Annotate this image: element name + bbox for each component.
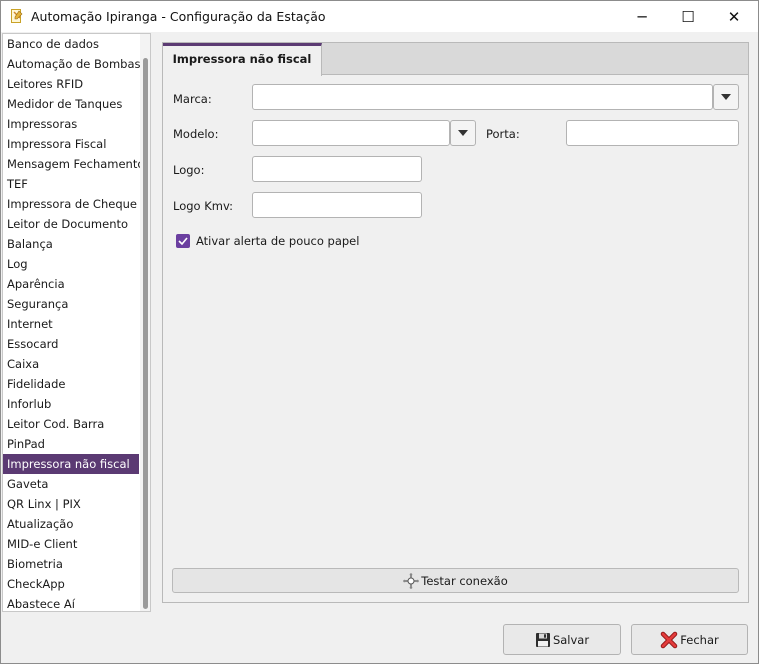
- sidebar-item[interactable]: MID-e Client: [3, 534, 139, 554]
- sidebar-item[interactable]: Log: [3, 254, 139, 274]
- alerta-papel-checkbox[interactable]: [176, 234, 190, 248]
- alerta-papel-label[interactable]: Ativar alerta de pouco papel: [196, 234, 359, 248]
- testar-conexao-button[interactable]: Testar conexão: [172, 568, 739, 593]
- logo-kmv-label: Logo Kmv:: [173, 199, 234, 213]
- sidebar-item[interactable]: PinPad: [3, 434, 139, 454]
- settings-panel: Impressora não fiscal Marca: Modelo: Por…: [162, 42, 749, 603]
- porta-input[interactable]: [566, 120, 739, 146]
- tab-impressora-nao-fiscal[interactable]: Impressora não fiscal: [163, 43, 322, 76]
- marca-dropdown-button[interactable]: [713, 84, 739, 110]
- testar-conexao-label: Testar conexão: [421, 573, 508, 588]
- sidebar-item[interactable]: Abastece Aí: [3, 594, 139, 611]
- logo-label: Logo:: [173, 163, 205, 177]
- minimize-button[interactable]: ─: [619, 1, 665, 32]
- sidebar-item[interactable]: Essocard: [3, 334, 139, 354]
- modelo-select[interactable]: [252, 120, 450, 146]
- sidebar-item[interactable]: Biometria: [3, 554, 139, 574]
- save-button[interactable]: Salvar: [503, 624, 621, 655]
- close-window-label: Fechar: [680, 632, 719, 647]
- marca-label: Marca:: [173, 92, 212, 106]
- sidebar-item[interactable]: Impressoras: [3, 114, 139, 134]
- sidebar-item[interactable]: Aparência: [3, 274, 139, 294]
- sidebar-item[interactable]: Internet: [3, 314, 139, 334]
- network-plug-icon: [403, 572, 420, 589]
- logo-input[interactable]: [252, 156, 422, 182]
- window-title: Automação Ipiranga - Configuração da Est…: [31, 9, 326, 24]
- sidebar-item[interactable]: QR Linx | PIX: [3, 494, 139, 514]
- floppy-disk-icon: [535, 632, 550, 647]
- sidebar-item[interactable]: Leitores RFID: [3, 74, 139, 94]
- porta-label: Porta:: [486, 127, 520, 141]
- sidebar-item[interactable]: CheckApp: [3, 574, 139, 594]
- logo-kmv-input[interactable]: [252, 192, 422, 218]
- sidebar-item[interactable]: TEF: [3, 174, 139, 194]
- sidebar-item[interactable]: Caixa: [3, 354, 139, 374]
- close-window-button[interactable]: Fechar: [631, 624, 748, 655]
- close-button[interactable]: ✕: [711, 1, 757, 32]
- minimize-icon: ─: [637, 7, 647, 26]
- sidebar-item[interactable]: Atualização: [3, 514, 139, 534]
- tab-strip: Impressora não fiscal: [163, 43, 748, 76]
- sidebar-item[interactable]: Impressora Fiscal: [3, 134, 139, 154]
- chevron-down-icon: [458, 130, 468, 136]
- chevron-down-icon: [721, 94, 731, 100]
- sidebar-item[interactable]: Gaveta: [3, 474, 139, 494]
- sidebar-list: Banco de dados Automação de Bombas Leitore…: [2, 33, 151, 612]
- red-x-icon: [661, 631, 678, 648]
- maximize-button[interactable]: ☐: [665, 1, 711, 32]
- sidebar-item[interactable]: Balança: [3, 234, 139, 254]
- checkmark-icon: [178, 237, 188, 245]
- maximize-icon: ☐: [681, 7, 695, 26]
- sidebar-item[interactable]: Leitor Cod. Barra: [3, 414, 139, 434]
- sidebar-scrollbar[interactable]: [140, 34, 150, 611]
- sidebar-item[interactable]: Automação de Bombas: [3, 54, 141, 74]
- modelo-label: Modelo:: [173, 127, 219, 141]
- save-label: Salvar: [552, 632, 590, 647]
- sidebar-item[interactable]: Impressora não fiscal: [3, 454, 139, 474]
- close-icon: ✕: [727, 7, 741, 26]
- file-pencil-icon: [11, 9, 23, 23]
- sidebar-item[interactable]: Medidor de Tanques: [3, 94, 139, 114]
- sidebar-item[interactable]: Impressora de Cheque: [3, 194, 139, 214]
- marca-select[interactable]: [252, 84, 713, 110]
- sidebar-item[interactable]: Inforlub: [3, 394, 139, 414]
- sidebar-item[interactable]: Leitor de Documento: [3, 214, 139, 234]
- title-bar: Automação Ipiranga - Configuração da Est…: [1, 1, 758, 32]
- sidebar-item[interactable]: Fidelidade: [3, 374, 139, 394]
- sidebar-item[interactable]: Banco de dados: [3, 34, 139, 54]
- sidebar-item[interactable]: Mensagem Fechamento: [3, 154, 144, 174]
- modelo-dropdown-button[interactable]: [450, 120, 476, 146]
- sidebar-scroll-thumb[interactable]: [143, 58, 148, 609]
- sidebar-item[interactable]: Segurança: [3, 294, 139, 314]
- app-window: Automação Ipiranga - Configuração da Est…: [0, 0, 759, 664]
